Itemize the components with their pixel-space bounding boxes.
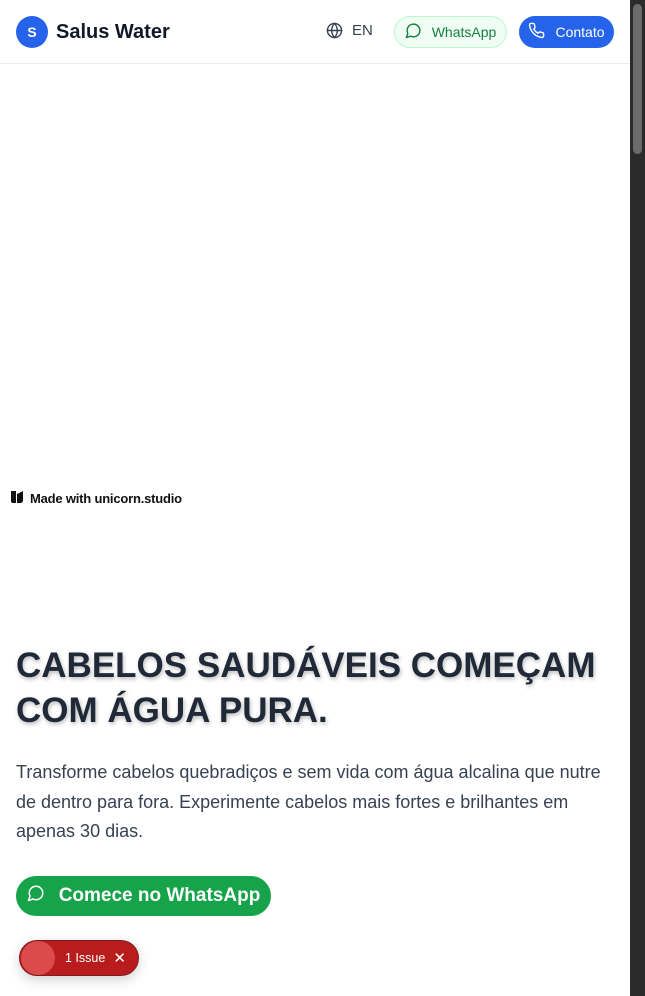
hero-subtitle: Transforme cabelos quebradiços e sem vid… <box>16 762 601 841</box>
start-whatsapp-label: Comece no WhatsApp <box>58 885 261 906</box>
brand-name[interactable]: Salus Water <box>56 20 170 44</box>
logo-letter: S <box>27 24 37 40</box>
whatsapp-header-button[interactable]: WhatsApp <box>394 16 507 48</box>
made-with-label: Made with unicorn.studio <box>30 491 182 506</box>
contact-button[interactable]: Contato <box>519 16 614 48</box>
scrollbar-thumb[interactable] <box>633 4 642 154</box>
unicorn-logo-icon <box>10 490 24 507</box>
logo-mark[interactable]: S <box>16 16 48 48</box>
chat-bubble-icon <box>27 884 45 908</box>
phone-icon <box>528 22 545 42</box>
issue-avatar-dot <box>21 941 55 975</box>
language-switcher[interactable]: EN <box>326 22 373 39</box>
issue-indicator[interactable]: 1 Issue ✕ <box>19 940 139 976</box>
vertical-scrollbar[interactable] <box>630 0 645 996</box>
chat-bubble-icon <box>405 22 422 42</box>
globe-icon <box>326 22 343 39</box>
language-label: EN <box>352 22 373 39</box>
close-icon[interactable]: ✕ <box>113 951 126 966</box>
whatsapp-header-label: WhatsApp <box>431 24 497 40</box>
hero-title: CABELOS SAUDÁVEIS COMEÇAM COM ÁGUA PURA. <box>16 646 596 730</box>
contact-label: Contato <box>555 24 605 40</box>
unicorn-studio-badge[interactable]: Made with unicorn.studio <box>10 490 182 507</box>
start-whatsapp-button[interactable]: Comece no WhatsApp <box>16 876 271 916</box>
site-header: S Salus Water EN WhatsApp Contato <box>0 0 630 64</box>
issue-count-label: 1 Issue <box>65 951 106 965</box>
page: S Salus Water EN WhatsApp Contato Made w… <box>0 0 630 996</box>
